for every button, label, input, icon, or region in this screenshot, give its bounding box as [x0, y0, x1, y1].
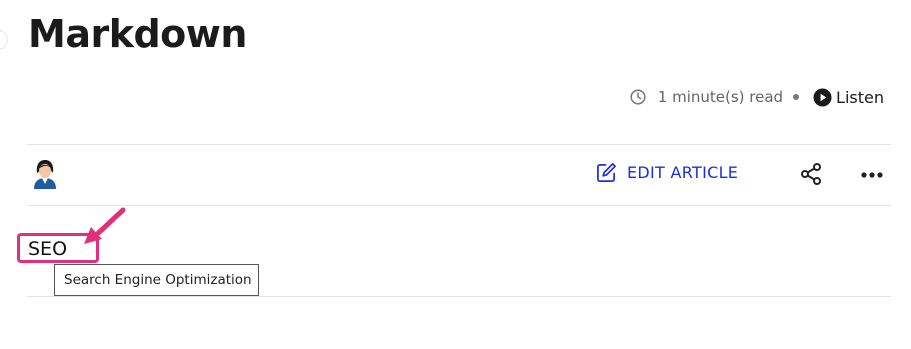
- page-title: Markdown: [28, 12, 247, 56]
- avatar-icon[interactable]: [31, 159, 59, 189]
- clock-icon: [630, 89, 646, 105]
- abbreviation-tooltip: Search Engine Optimization: [54, 264, 259, 296]
- play-circle-icon: [813, 87, 832, 107]
- divider-bottom: [27, 296, 891, 297]
- share-icon[interactable]: [799, 162, 823, 186]
- edge-handle: [0, 30, 8, 50]
- edit-pencil-icon: [597, 163, 616, 182]
- edit-article-label: EDIT ARTICLE: [627, 163, 739, 182]
- listen-button[interactable]: Listen: [813, 88, 884, 107]
- listen-label: Listen: [836, 87, 884, 107]
- more-horizontal-icon[interactable]: [860, 171, 884, 179]
- article-meta: 1 minute(s) read Listen: [630, 86, 884, 108]
- abbreviation-seo[interactable]: SEO: [28, 238, 67, 260]
- edit-article-button[interactable]: EDIT ARTICLE: [596, 162, 738, 183]
- meta-separator: [793, 94, 800, 100]
- annotation-arrow: [84, 207, 126, 244]
- article-toolbar: EDIT ARTICLE: [27, 145, 891, 205]
- read-time: 1 minute(s) read: [657, 88, 784, 106]
- divider-middle: [27, 205, 891, 206]
